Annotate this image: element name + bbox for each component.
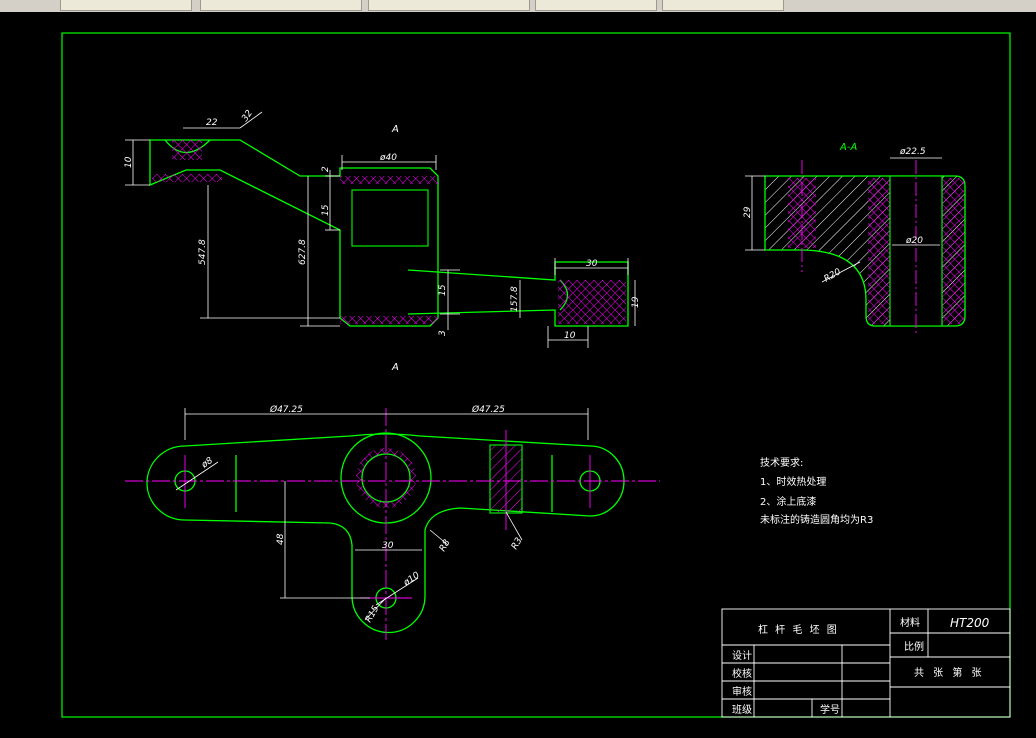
dim-phi20: ø20 [905, 236, 923, 246]
notes-line-2: 2、涂上底漆 [760, 495, 816, 508]
dim-6278: 627.8 [298, 239, 308, 265]
dim-phi10: ø10 [401, 570, 422, 589]
hatch-front-left-bottom [152, 174, 222, 182]
tab-3[interactable] [368, 0, 530, 11]
top-dimension-texts: Ø47.25 Ø47.25 ø8 48 30 R8 R3 ø10 R15 [199, 404, 525, 625]
hatch-front-right [558, 280, 626, 324]
cad-canvas[interactable]: 22 32 10 547.8 627.8 ø40 2 15 15 3 157.8… [0, 12, 1036, 734]
view-a-top-label: A [391, 124, 399, 135]
technical-notes: 技术要求: 1、时效热处理 2、涂上底漆 未标注的铸造圆角均为R3 [760, 456, 873, 526]
tb-class: 班级 [732, 704, 752, 716]
dim-4725-left: Ø47.25 [269, 404, 303, 415]
dim-2: 2 [321, 166, 331, 172]
dim-10-left: 10 [124, 156, 134, 168]
notes-line-1: 1、时效热处理 [760, 475, 826, 488]
tab-5[interactable] [662, 0, 784, 11]
dim-r20: R20 [823, 267, 844, 285]
drawing-frame [61, 32, 1011, 718]
dim-r15: R15 [364, 604, 382, 625]
dim-4725-right: Ø47.25 [471, 404, 505, 415]
tb-student-id: 学号 [820, 703, 840, 716]
tb-check: 校核 [732, 667, 752, 680]
dim-30-bottom: 30 [382, 541, 394, 551]
tab-4[interactable] [535, 0, 657, 11]
tb-part-name: 杠 杆 毛 坯 图 [758, 623, 839, 636]
dim-r3: R3 [510, 536, 525, 552]
tab-2[interactable] [200, 0, 362, 11]
tab-1[interactable] [60, 0, 192, 11]
dim-15b: 15 [438, 284, 448, 296]
hatch-front-left-top [172, 140, 202, 160]
section-label: A-A [839, 142, 857, 153]
dim-10-right: 10 [564, 331, 576, 341]
dim-19: 19 [631, 296, 641, 308]
tb-material-label: 材料 [900, 616, 920, 629]
top-view [146, 432, 625, 634]
dim-phi225: ø22.5 [899, 147, 926, 157]
tb-review: 审核 [732, 685, 752, 698]
drawing-svg: 22 32 10 547.8 627.8 ø40 2 15 15 3 157.8… [61, 32, 1011, 718]
section-view [764, 175, 966, 327]
dim-48: 48 [276, 533, 286, 545]
tb-material-value: HT200 [950, 616, 990, 630]
tb-design: 设计 [732, 649, 752, 662]
hatch-front-top [340, 176, 438, 184]
dim-3: 3 [438, 330, 448, 336]
dim-1578: 157.8 [510, 286, 520, 312]
dim-22: 22 [206, 118, 218, 128]
dim-r8: R8 [438, 538, 453, 554]
dim-30-right: 30 [586, 259, 598, 269]
dim-32: 32 [240, 108, 255, 123]
title-block-texts: 杠 杆 毛 坯 图 材料 HT200 比例 共 张 第 张 设计 校核 审核 班… [732, 616, 990, 716]
tb-scale-label: 比例 [904, 640, 924, 653]
notes-title: 技术要求: [760, 456, 803, 469]
notes-line-3: 未标注的铸造圆角均为R3 [760, 513, 873, 526]
view-a-bottom-label: A [391, 362, 399, 373]
dim-547: 547.8 [198, 239, 208, 265]
dim-29: 29 [743, 206, 753, 218]
dim-15a: 15 [321, 204, 331, 216]
front-bore [351, 189, 429, 247]
hatch-front-bottom [340, 316, 438, 324]
dim-phi40: ø40 [379, 153, 397, 163]
dim-phi8: ø8 [199, 456, 215, 471]
front-view [149, 139, 629, 327]
tb-sheets: 共 张 第 张 [914, 666, 985, 679]
